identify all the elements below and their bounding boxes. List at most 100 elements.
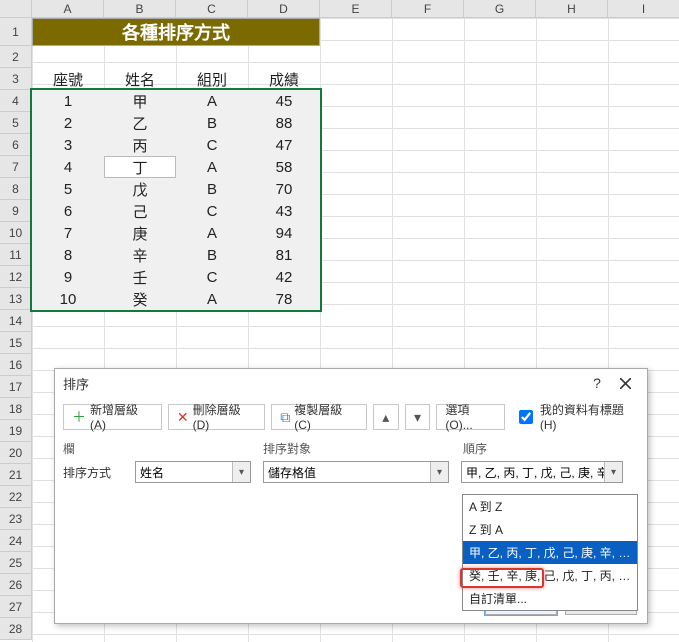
help-button[interactable]: ? <box>583 369 611 397</box>
row-header[interactable]: 20 <box>0 442 32 464</box>
cell[interactable]: 47 <box>248 134 320 156</box>
row-header[interactable]: 28 <box>0 618 32 640</box>
cell[interactable]: B <box>176 112 248 134</box>
header-score[interactable]: 成績 <box>248 68 320 90</box>
table-row[interactable]: 3丙C47 <box>32 134 320 156</box>
cell[interactable]: 庚 <box>104 222 176 244</box>
cell[interactable]: 乙 <box>104 112 176 134</box>
dropdown-item[interactable]: 自訂清單... <box>463 587 637 610</box>
cell[interactable]: 88 <box>248 112 320 134</box>
row-header[interactable]: 11 <box>0 244 32 266</box>
cell[interactable]: A <box>176 90 248 112</box>
cell[interactable]: 癸 <box>104 288 176 310</box>
select-all-corner[interactable] <box>0 0 32 18</box>
row-header[interactable]: 7 <box>0 156 32 178</box>
row-header[interactable]: 23 <box>0 508 32 530</box>
table-row[interactable]: 5戊B70 <box>32 178 320 200</box>
sort-order-dropdown[interactable]: A 到 ZZ 到 A甲, 乙, 丙, 丁, 戊, 己, 庚, 辛, 壬, 癸癸,… <box>462 494 638 611</box>
cell[interactable]: 42 <box>248 266 320 288</box>
row-header[interactable]: 2 <box>0 46 32 68</box>
column-header[interactable]: D <box>248 0 320 18</box>
cell[interactable]: 丁 <box>104 156 176 178</box>
options-button[interactable]: 選項(O)... <box>436 404 505 430</box>
row-header[interactable]: 18 <box>0 398 32 420</box>
row-header[interactable]: 6 <box>0 134 32 156</box>
cell[interactable]: 43 <box>248 200 320 222</box>
cell[interactable]: 7 <box>32 222 104 244</box>
cell[interactable]: 甲 <box>104 90 176 112</box>
row-header[interactable]: 25 <box>0 552 32 574</box>
row-header[interactable]: 15 <box>0 332 32 354</box>
move-up-button[interactable]: ▴ <box>373 404 399 430</box>
add-level-button[interactable]: ＋新增層級(A) <box>63 404 162 430</box>
column-header[interactable]: F <box>392 0 464 18</box>
cell[interactable]: 戊 <box>104 178 176 200</box>
column-header[interactable]: C <box>176 0 248 18</box>
dropdown-item[interactable]: A 到 Z <box>463 495 637 518</box>
column-header[interactable]: A <box>32 0 104 18</box>
row-header[interactable]: 19 <box>0 420 32 442</box>
cell[interactable]: 4 <box>32 156 104 178</box>
cell[interactable]: 己 <box>104 200 176 222</box>
cell[interactable]: 3 <box>32 134 104 156</box>
cell[interactable]: 10 <box>32 288 104 310</box>
cell[interactable]: B <box>176 178 248 200</box>
sort-order-select[interactable]: 甲, 乙, 丙, 丁, 戊, 己, 庚, 辛 <box>461 461 623 483</box>
cell[interactable]: A <box>176 222 248 244</box>
cell[interactable]: 70 <box>248 178 320 200</box>
row-header[interactable]: 27 <box>0 596 32 618</box>
row-header[interactable]: 16 <box>0 354 32 376</box>
row-header[interactable]: 4 <box>0 90 32 112</box>
column-header[interactable]: E <box>320 0 392 18</box>
row-header[interactable]: 8 <box>0 178 32 200</box>
cell[interactable]: 45 <box>248 90 320 112</box>
cell[interactable]: A <box>176 288 248 310</box>
row-header[interactable]: 26 <box>0 574 32 596</box>
table-row[interactable]: 10癸A78 <box>32 288 320 310</box>
row-header[interactable]: 14 <box>0 310 32 332</box>
row-header[interactable]: 22 <box>0 486 32 508</box>
row-header[interactable]: 3 <box>0 68 32 90</box>
merged-title-cell[interactable]: 各種排序方式 <box>32 18 320 46</box>
has-header-checkbox[interactable] <box>519 410 533 424</box>
column-header[interactable]: I <box>608 0 679 18</box>
cell[interactable]: 辛 <box>104 244 176 266</box>
table-row[interactable]: 4丁A58 <box>32 156 320 178</box>
cell[interactable]: 6 <box>32 200 104 222</box>
table-row[interactable]: 1甲A45 <box>32 90 320 112</box>
row-header[interactable]: 24 <box>0 530 32 552</box>
delete-level-button[interactable]: ✕刪除層級(D) <box>168 404 265 430</box>
row-header[interactable]: 13 <box>0 288 32 310</box>
cell[interactable]: 1 <box>32 90 104 112</box>
cell[interactable]: 81 <box>248 244 320 266</box>
dropdown-item[interactable]: Z 到 A <box>463 518 637 541</box>
cell[interactable]: B <box>176 244 248 266</box>
close-button[interactable] <box>611 369 639 397</box>
table-row[interactable]: 8辛B81 <box>32 244 320 266</box>
column-header[interactable]: G <box>464 0 536 18</box>
table-row[interactable]: 6己C43 <box>32 200 320 222</box>
column-header[interactable]: B <box>104 0 176 18</box>
row-header[interactable]: 5 <box>0 112 32 134</box>
dropdown-item[interactable]: 甲, 乙, 丙, 丁, 戊, 己, 庚, 辛, 壬, 癸 <box>463 541 637 564</box>
column-header[interactable]: H <box>536 0 608 18</box>
cell[interactable]: C <box>176 134 248 156</box>
has-header-checkbox-label[interactable]: 我的資料有標題(H) <box>515 401 639 432</box>
cell[interactable]: C <box>176 266 248 288</box>
cell[interactable]: 2 <box>32 112 104 134</box>
copy-level-button[interactable]: ⧉複製層級(C) <box>271 404 367 430</box>
header-group[interactable]: 組別 <box>176 68 248 90</box>
selected-data-range[interactable]: 1甲A452乙B883丙C474丁A585戊B706己C437庚A948辛B81… <box>32 90 320 310</box>
sort-column-select[interactable]: 姓名 <box>135 461 251 483</box>
move-down-button[interactable]: ▾ <box>405 404 431 430</box>
table-row[interactable]: 2乙B88 <box>32 112 320 134</box>
cell[interactable]: A <box>176 156 248 178</box>
row-header[interactable]: 10 <box>0 222 32 244</box>
sort-on-select[interactable]: 儲存格值 <box>263 461 449 483</box>
cell[interactable]: 9 <box>32 266 104 288</box>
dropdown-item[interactable]: 癸, 壬, 辛, 庚, 己, 戊, 丁, 丙, 乙, 甲 <box>463 564 637 587</box>
cell[interactable]: 5 <box>32 178 104 200</box>
row-header[interactable]: 9 <box>0 200 32 222</box>
table-row[interactable]: 7庚A94 <box>32 222 320 244</box>
row-header[interactable]: 21 <box>0 464 32 486</box>
